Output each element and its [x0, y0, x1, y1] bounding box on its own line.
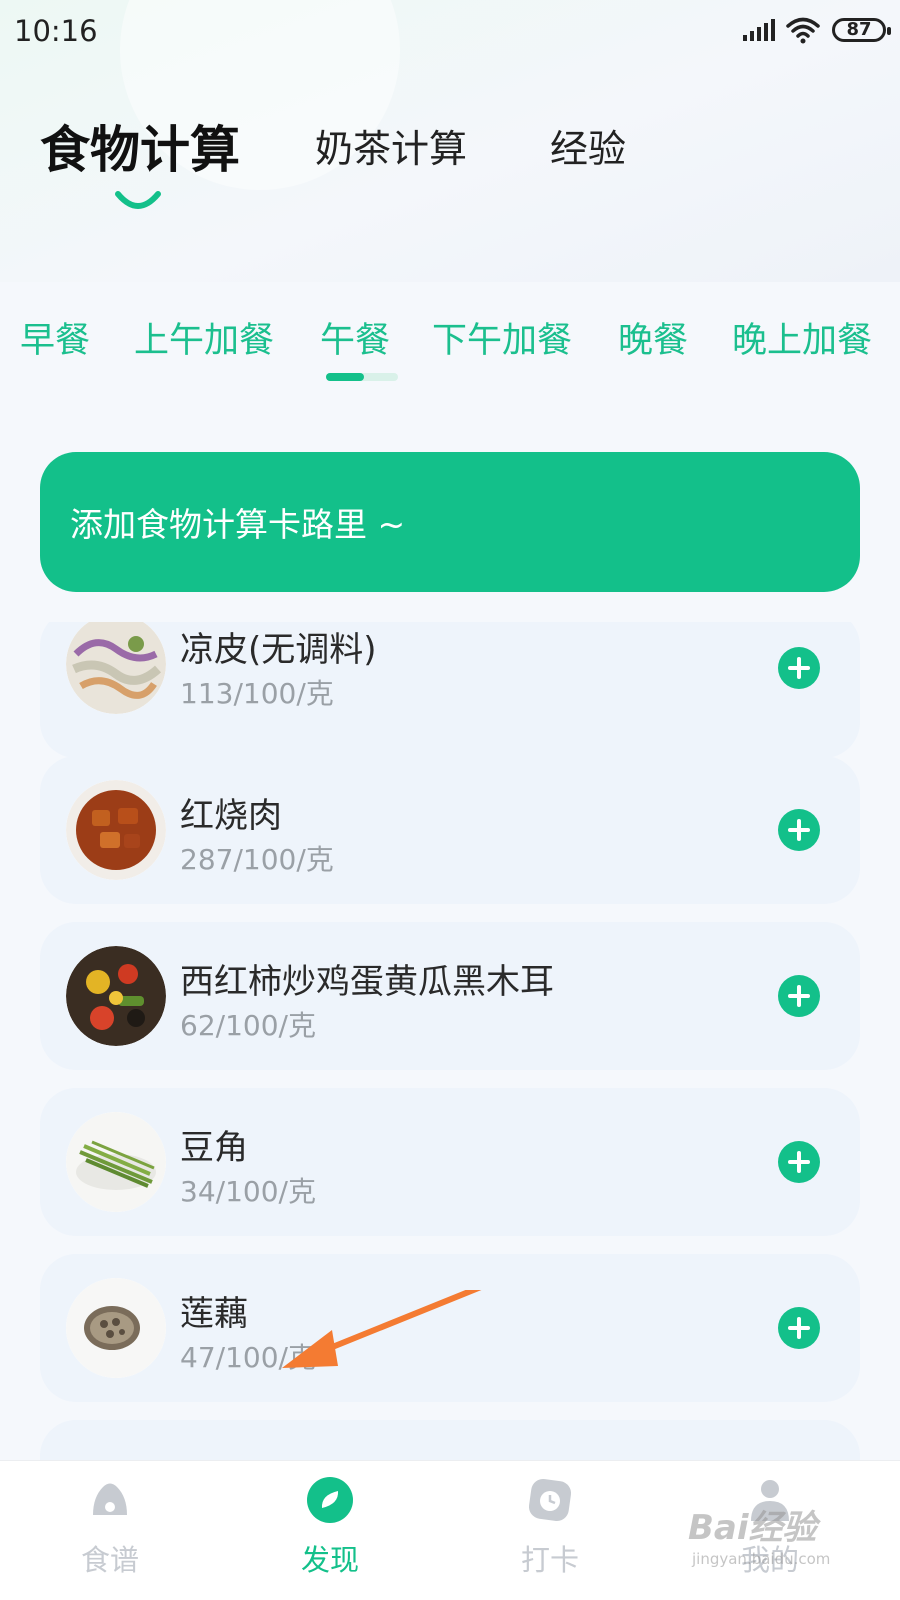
food-calories: 287/100/克: [180, 843, 334, 876]
wifi-icon: [786, 17, 820, 44]
food-calories: 113/100/克: [180, 677, 334, 710]
nav-discover-label: 发现: [300, 1543, 359, 1577]
signal-icon: [743, 19, 775, 41]
add-food-button[interactable]: [778, 809, 820, 851]
active-tab-indicator: [115, 191, 161, 209]
add-food-button[interactable]: [778, 647, 820, 689]
status-time: 10:16: [14, 14, 98, 48]
nav-recipe-label: 食谱: [80, 1543, 139, 1577]
tab-experience[interactable]: 经验: [550, 118, 626, 173]
watermark-sub: jingyan.baidu.com: [692, 1550, 831, 1568]
tomato-egg-photo: [66, 946, 166, 1046]
add-food-banner-label: 添加食物计算卡路里 ~: [70, 505, 406, 544]
meal-tab-night-snack[interactable]: 晚上加餐: [732, 312, 872, 363]
meal-tab-lunch[interactable]: 午餐: [320, 312, 390, 363]
food-calories: 62/100/克: [180, 1009, 316, 1042]
annotation-arrow-icon: [282, 1290, 482, 1368]
meal-tab-dinner[interactable]: 晚餐: [618, 312, 688, 363]
food-item[interactable]: [40, 1420, 860, 1460]
food-name: 豆角: [180, 1128, 248, 1168]
food-item[interactable]: 红烧肉 287/100/克: [40, 756, 860, 904]
meal-tab-morning-snack[interactable]: 上午加餐: [134, 312, 274, 363]
food-name: 西红柿炒鸡蛋黄瓜黑木耳: [180, 962, 554, 1002]
discover-icon: [307, 1477, 353, 1523]
food-item[interactable]: 豆角 34/100/克: [40, 1088, 860, 1236]
add-food-button[interactable]: [778, 975, 820, 1017]
food-item[interactable]: 凉皮(无调料) 113/100/克: [40, 622, 860, 758]
checkin-icon: [528, 1478, 572, 1522]
battery-level: 87: [846, 19, 872, 40]
tab-food-calc[interactable]: 食物计算: [40, 110, 240, 182]
add-food-banner[interactable]: 添加食物计算卡路里 ~: [40, 452, 860, 592]
lotus-root-photo: [66, 1278, 166, 1378]
liangpi-photo: [66, 622, 166, 714]
nav-checkin[interactable]: 打卡: [470, 1461, 630, 1600]
tab-milktea-calc[interactable]: 奶茶计算: [315, 118, 467, 173]
nav-discover[interactable]: 发现: [250, 1461, 410, 1600]
add-food-button[interactable]: [778, 1141, 820, 1183]
meal-tab-indicator: [326, 373, 398, 381]
green-beans-photo: [66, 1112, 166, 1212]
nav-checkin-label: 打卡: [520, 1543, 579, 1577]
baidu-watermark: Bai经验 jingyan.baidu.com: [688, 1500, 878, 1580]
food-calories: 34/100/克: [180, 1175, 316, 1208]
nav-recipe[interactable]: 食谱: [30, 1461, 190, 1600]
add-food-button[interactable]: [778, 1307, 820, 1349]
food-name: 红烧肉: [180, 796, 282, 836]
food-name: 凉皮(无调料): [180, 630, 377, 670]
food-item[interactable]: 西红柿炒鸡蛋黄瓜黑木耳 62/100/克: [40, 922, 860, 1070]
watermark-main: Bai经验: [688, 1508, 817, 1548]
meal-tab-breakfast[interactable]: 早餐: [20, 312, 90, 363]
meal-tab-afternoon-snack[interactable]: 下午加餐: [432, 312, 572, 363]
recipe-icon: [93, 1483, 127, 1515]
food-name: 莲藕: [180, 1294, 248, 1334]
battery-icon: 87: [832, 18, 891, 42]
status-bar: 10:16 87: [0, 0, 900, 62]
braised-pork-photo: [66, 780, 166, 880]
